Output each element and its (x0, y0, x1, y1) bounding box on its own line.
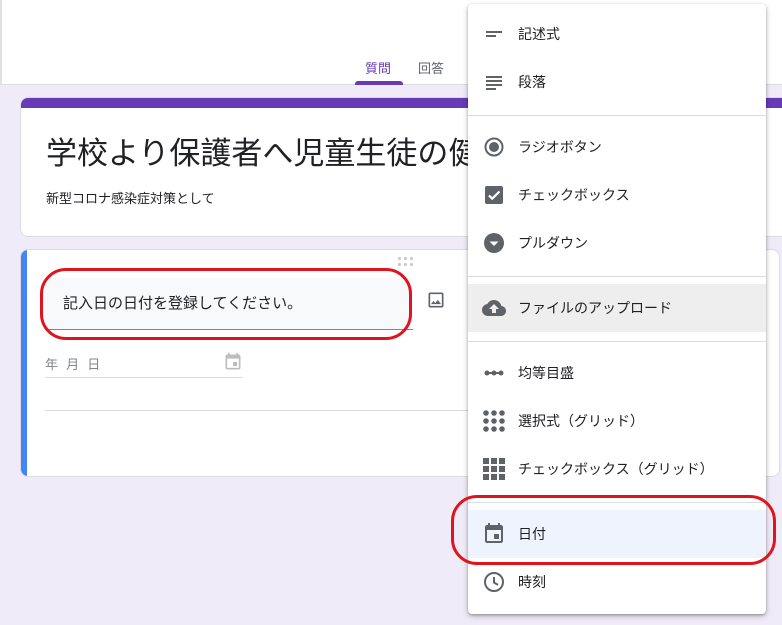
date-placeholder: 年 月 日 (45, 358, 103, 373)
menu-item-file-upload[interactable]: ファイルのアップロード (468, 284, 766, 332)
menu-item-label: チェックボックス (518, 188, 630, 204)
menu-item-label: 日付 (518, 527, 546, 543)
calendar-icon (223, 352, 243, 372)
menu-item-time[interactable]: 時刻 (468, 558, 766, 606)
top-bar-edge (0, 0, 2, 85)
menu-separator (468, 341, 766, 342)
menu-item-label: 時刻 (518, 575, 546, 591)
paragraph-icon (482, 70, 506, 94)
menu-separator (468, 276, 766, 277)
active-question-indicator (21, 250, 27, 476)
menu-item-checkbox-grid[interactable]: チェックボックス（グリッド） (468, 445, 766, 493)
menu-item-label: 選択式（グリッド） (518, 414, 644, 430)
menu-separator (468, 502, 766, 503)
tab-questions[interactable]: 質問 (365, 58, 391, 77)
drag-handle-icon[interactable] (398, 257, 416, 267)
menu-item-multiple-choice-grid[interactable]: 選択式（グリッド） (468, 397, 766, 445)
menu-item-checkboxes[interactable]: チェックボックス (468, 171, 766, 219)
radio-button-icon (482, 135, 506, 159)
date-answer-field: 年 月 日 (45, 348, 243, 378)
menu-item-label: 段落 (518, 75, 546, 91)
menu-item-label: プルダウン (518, 236, 588, 252)
clock-icon (482, 570, 506, 594)
menu-item-linear-scale[interactable]: 均等目盛 (468, 349, 766, 397)
dropdown-icon (482, 231, 506, 255)
menu-item-dropdown[interactable]: プルダウン (468, 219, 766, 267)
linear-scale-icon (482, 361, 506, 385)
calendar-icon (482, 522, 506, 546)
menu-item-label: 均等目盛 (518, 366, 574, 382)
menu-item-label: ラジオボタン (518, 140, 602, 156)
menu-separator (468, 115, 766, 116)
menu-item-multiple-choice[interactable]: ラジオボタン (468, 123, 766, 171)
menu-item-paragraph[interactable]: 段落 (468, 58, 766, 106)
menu-item-label: チェックボックス（グリッド） (518, 462, 714, 478)
tab-responses[interactable]: 回答 (418, 58, 444, 77)
question-type-menu[interactable]: 記述式 段落 ラジオボタン チェックボックス プルダウン ファイルのアップロード… (468, 4, 766, 614)
square-grid-icon (482, 457, 506, 481)
menu-item-short-answer[interactable]: 記述式 (468, 10, 766, 58)
short-text-icon (482, 22, 506, 46)
checkbox-icon (482, 183, 506, 207)
menu-item-date[interactable]: 日付 (468, 510, 766, 558)
menu-item-label: 記述式 (518, 27, 560, 43)
form-description[interactable]: 新型コロナ感染症対策として (46, 188, 215, 207)
question-title-input[interactable]: 記入日の日付を登録してください。 (45, 278, 413, 330)
form-title[interactable]: 学校より保護者へ児童生徒の健 (46, 128, 479, 173)
cloud-upload-icon (482, 296, 506, 320)
dot-grid-icon (482, 409, 506, 433)
menu-item-label: ファイルのアップロード (518, 301, 672, 317)
active-tab-indicator (355, 81, 403, 85)
add-image-icon[interactable] (426, 290, 446, 310)
